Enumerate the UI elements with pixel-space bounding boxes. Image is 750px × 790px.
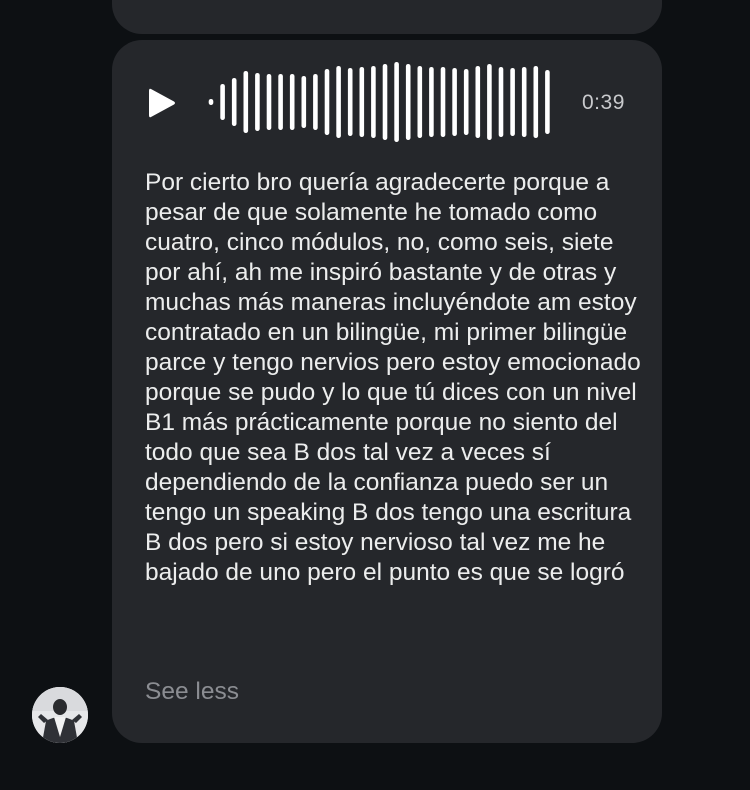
waveform-bar: [510, 68, 515, 136]
waveform-bar: [347, 68, 353, 136]
sender-avatar[interactable]: [32, 687, 88, 743]
waveform-bar: [371, 66, 376, 138]
waveform-bar: [417, 66, 423, 138]
waveform-bar: [301, 76, 307, 128]
waveform-bar: [545, 70, 550, 134]
waveform-bar: [255, 73, 260, 131]
waveform-bar: [487, 64, 492, 140]
waveform-bar: [521, 67, 527, 137]
waveform-bar: [336, 66, 341, 138]
see-less-link[interactable]: See less: [145, 677, 239, 707]
waveform-bar: [313, 74, 318, 130]
waveform-bar: [231, 78, 237, 126]
waveform-bar: [405, 64, 411, 140]
waveform-bar: [359, 67, 365, 137]
waveform-bar: [243, 71, 249, 133]
waveform-bar: [324, 69, 330, 135]
waveform-bar: [220, 84, 225, 120]
waveform-bar: [289, 74, 295, 130]
waveform-bar: [452, 68, 457, 136]
waveform-bar: [382, 64, 388, 140]
waveform-bar: [266, 74, 272, 130]
waveform-bar: [208, 99, 214, 105]
audio-waveform[interactable]: [205, 60, 555, 144]
waveform-bar: [498, 67, 504, 137]
waveform-bar: [278, 74, 283, 130]
waveform-bar: [394, 62, 399, 142]
waveform-bar: [463, 69, 469, 135]
waveform-bar: [475, 66, 481, 138]
user-avatar-icon: [32, 687, 88, 743]
previous-message-bubble[interactable]: [112, 0, 662, 34]
voice-note-duration: 0:39: [582, 91, 625, 114]
play-button[interactable]: [147, 86, 177, 120]
waveform-bar: [533, 66, 539, 138]
chat-screen: 0:39 Por cierto bro quería agradecerte p…: [0, 0, 750, 790]
waveform-bar: [429, 67, 434, 137]
voice-transcript-text: Por cierto bro quería agradecerte porque…: [145, 169, 641, 586]
play-icon: [149, 88, 175, 118]
waveform-bar: [440, 67, 446, 137]
